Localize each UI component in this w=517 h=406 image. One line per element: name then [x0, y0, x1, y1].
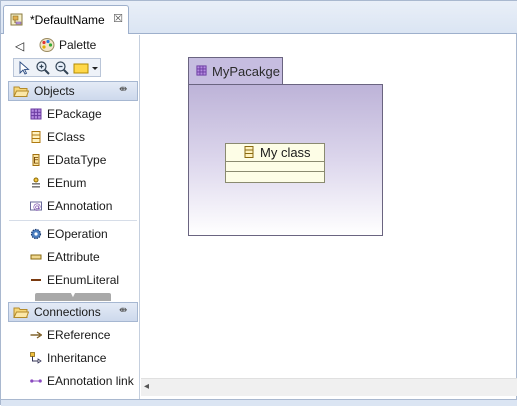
palette-entry-label: EOperation [47, 227, 108, 241]
palette-entry-label: EAnnotation link [47, 374, 134, 388]
palette-entry-eattribute[interactable]: EAttribute [27, 247, 137, 267]
horizontal-scrollbar[interactable]: ◂ [141, 378, 517, 396]
palette-icon [39, 38, 55, 52]
eannotation-icon: @ [30, 201, 42, 211]
palette-entry-label: EAnnotation [47, 199, 113, 213]
editor-tab-title: *DefaultName [30, 13, 105, 27]
palette-separator [9, 220, 137, 221]
scroll-more-indicator[interactable]: ▼ [35, 290, 111, 301]
scroll-left-icon[interactable]: ◂ [144, 381, 156, 395]
palette-header: ◁ Palette [1, 35, 140, 57]
folder-open-icon [13, 86, 29, 97]
drawer-objects-label: Objects [34, 84, 75, 98]
inheritance-icon [30, 352, 42, 364]
chevron-down-icon: ▼ [69, 290, 77, 299]
palette-toolbar [13, 58, 101, 77]
palette-entry-eclass[interactable]: EClass [27, 127, 137, 147]
ecore-diagram-icon [10, 13, 23, 26]
class-attributes-compartment [226, 161, 324, 162]
drawer-objects[interactable]: Objects ⇼ [8, 81, 138, 101]
palette-title: Palette [59, 38, 97, 52]
palette-entry-eannotation-link[interactable]: EAnnotation link [27, 371, 137, 391]
eattribute-icon [30, 254, 42, 260]
palette-entry-eenumliteral[interactable]: EEnumLiteral [27, 270, 137, 290]
select-arrow-icon[interactable] [16, 60, 32, 76]
palette-entry-eenum[interactable]: EEnum [27, 173, 137, 193]
zoom-out-icon[interactable] [54, 60, 70, 76]
folder-open-icon [13, 307, 29, 318]
palette-entry-label: Inheritance [47, 351, 107, 365]
edatatype-icon: E [32, 154, 40, 167]
palette-entry-eannotation[interactable]: @ EAnnotation [27, 196, 137, 216]
close-icon[interactable]: ☒ [112, 12, 124, 26]
class-figure[interactable]: My class [225, 143, 325, 183]
eoperation-icon [30, 228, 42, 240]
zoom-in-icon[interactable] [35, 60, 51, 76]
svg-text:E: E [33, 157, 39, 167]
pin-drawer-icon[interactable]: ⇼ [119, 305, 133, 319]
note-dropdown-icon[interactable] [73, 60, 99, 76]
palette: ◁ Palette Objects ⇼ EPackage EClass E ED… [1, 35, 140, 400]
ereference-icon [30, 331, 42, 339]
palette-entry-label: EEnumLiteral [47, 273, 120, 287]
palette-entry-label: EEnum [47, 176, 87, 190]
epackage-icon [196, 65, 207, 76]
drawer-connections-label: Connections [34, 305, 101, 319]
palette-entry-label: EClass [47, 130, 86, 144]
class-header: My class [226, 144, 324, 161]
class-operations-compartment [226, 171, 324, 172]
class-name: My class [260, 145, 311, 160]
eannotation-link-icon [30, 379, 42, 383]
collapse-palette-icon[interactable]: ◁ [15, 39, 27, 53]
palette-entry-epackage[interactable]: EPackage [27, 104, 137, 124]
palette-entry-eoperation[interactable]: EOperation [27, 224, 137, 244]
eclass-icon [31, 131, 41, 143]
editor-tab-strip: *DefaultName ☒ [1, 1, 517, 34]
palette-entry-ereference[interactable]: EReference [27, 325, 137, 345]
palette-entry-label: EReference [47, 328, 111, 342]
package-name: MyPacakge [212, 64, 280, 79]
epackage-icon [30, 108, 42, 120]
palette-entry-inheritance[interactable]: Inheritance [27, 348, 137, 368]
pin-drawer-icon[interactable]: ⇼ [119, 84, 133, 98]
eenumliteral-icon [31, 279, 41, 281]
editor-tab[interactable]: *DefaultName ☒ [3, 5, 129, 34]
palette-entry-label: EDataType [47, 153, 107, 167]
svg-text:@: @ [33, 202, 41, 211]
eenum-icon [32, 177, 40, 188]
drawer-connections[interactable]: Connections ⇼ [8, 302, 138, 322]
package-figure-tab[interactable]: MyPacakge [188, 57, 283, 84]
eclass-icon [244, 146, 254, 158]
palette-entry-edatatype[interactable]: E EDataType [27, 150, 137, 170]
editor-window: *DefaultName ☒ ◁ Palette Objects ⇼ EPack… [0, 0, 517, 406]
palette-entry-label: EPackage [47, 107, 102, 121]
palette-entry-label: EAttribute [47, 250, 100, 264]
